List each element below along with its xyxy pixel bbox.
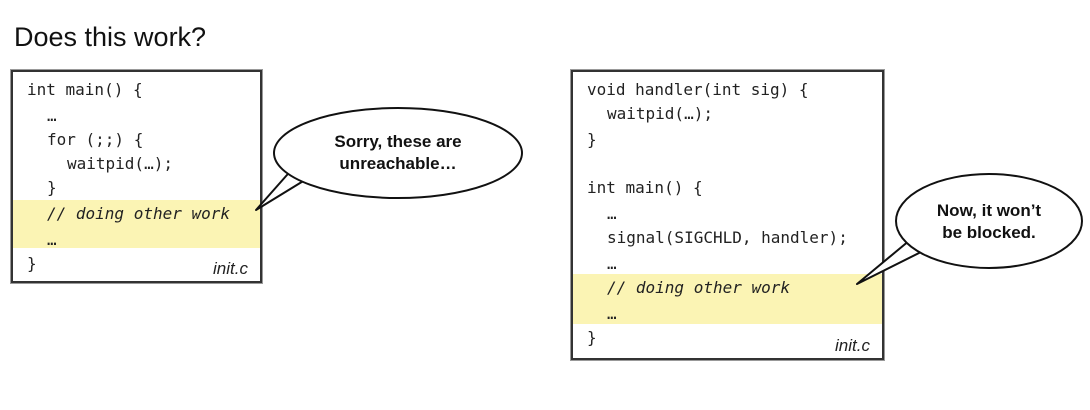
bubble-line: be blocked.: [942, 223, 1036, 242]
bubble-line: Now, it won’t: [936, 201, 1042, 220]
bubble-line: Sorry, these are: [334, 132, 462, 151]
right-bubble-text: Now, it won’t be blocked.: [909, 200, 1069, 244]
bubble-line: unreachable…: [339, 154, 457, 173]
left-bubble-text: Sorry, these are unreachable…: [298, 131, 498, 175]
